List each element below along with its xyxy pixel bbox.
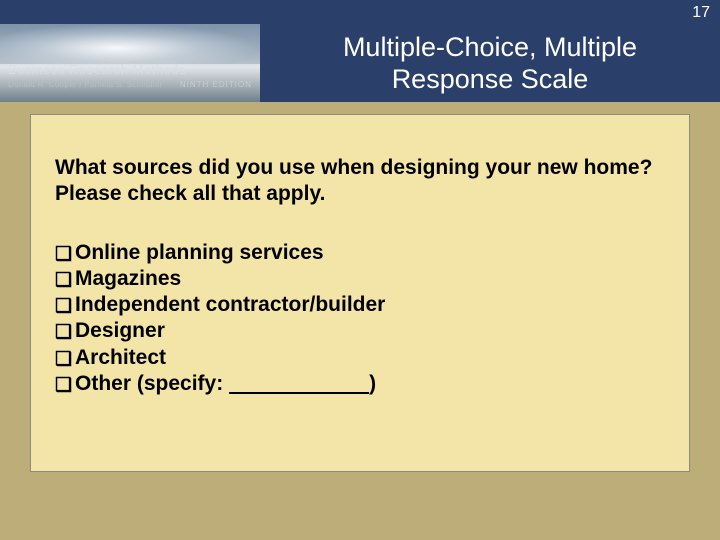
option-label: Online planning services xyxy=(75,240,324,266)
checkbox-icon: ❑ xyxy=(55,350,73,369)
slide-title: Multiple-Choice, Multiple Response Scale xyxy=(260,24,720,102)
checkbox-icon: ❑ xyxy=(55,323,73,342)
other-blank xyxy=(229,372,369,395)
checkbox-icon: ❑ xyxy=(55,376,73,395)
survey-question: What sources did you use when designing … xyxy=(55,155,665,208)
option-label: Magazines xyxy=(75,266,181,292)
option-item: ❑ Magazines xyxy=(55,266,665,292)
checkbox-icon: ❑ xyxy=(55,297,73,316)
option-item: ❑ Independent contractor/builder xyxy=(55,292,665,318)
book-edition: NINTH EDITION xyxy=(180,80,252,89)
other-prefix: Other (specify: xyxy=(75,372,229,395)
page-number: 17 xyxy=(692,4,710,22)
content-box: What sources did you use when designing … xyxy=(30,114,690,472)
other-label: Other (specify: ) xyxy=(75,371,376,397)
other-suffix: ) xyxy=(369,372,376,395)
options-list: ❑ Online planning services ❑ Magazines ❑… xyxy=(55,240,665,398)
option-item: ❑ Online planning services xyxy=(55,240,665,266)
book-authors: Donald R. Cooper / Pamela S. Schindler xyxy=(8,80,163,89)
option-item: ❑ Architect xyxy=(55,345,665,371)
checkbox-icon: ❑ xyxy=(55,271,73,290)
book-title: Business Research Methods xyxy=(8,62,186,77)
option-item: ❑ Designer xyxy=(55,318,665,344)
main-area: What sources did you use when designing … xyxy=(0,102,720,540)
option-item-other: ❑ Other (specify: ) xyxy=(55,371,665,397)
option-label: Independent contractor/builder xyxy=(75,292,385,318)
option-label: Architect xyxy=(75,345,166,371)
option-label: Designer xyxy=(75,318,165,344)
book-cover: Business Research Methods Donald R. Coop… xyxy=(0,24,260,102)
header-band: Business Research Methods Donald R. Coop… xyxy=(0,24,720,102)
checkbox-icon: ❑ xyxy=(55,245,73,264)
